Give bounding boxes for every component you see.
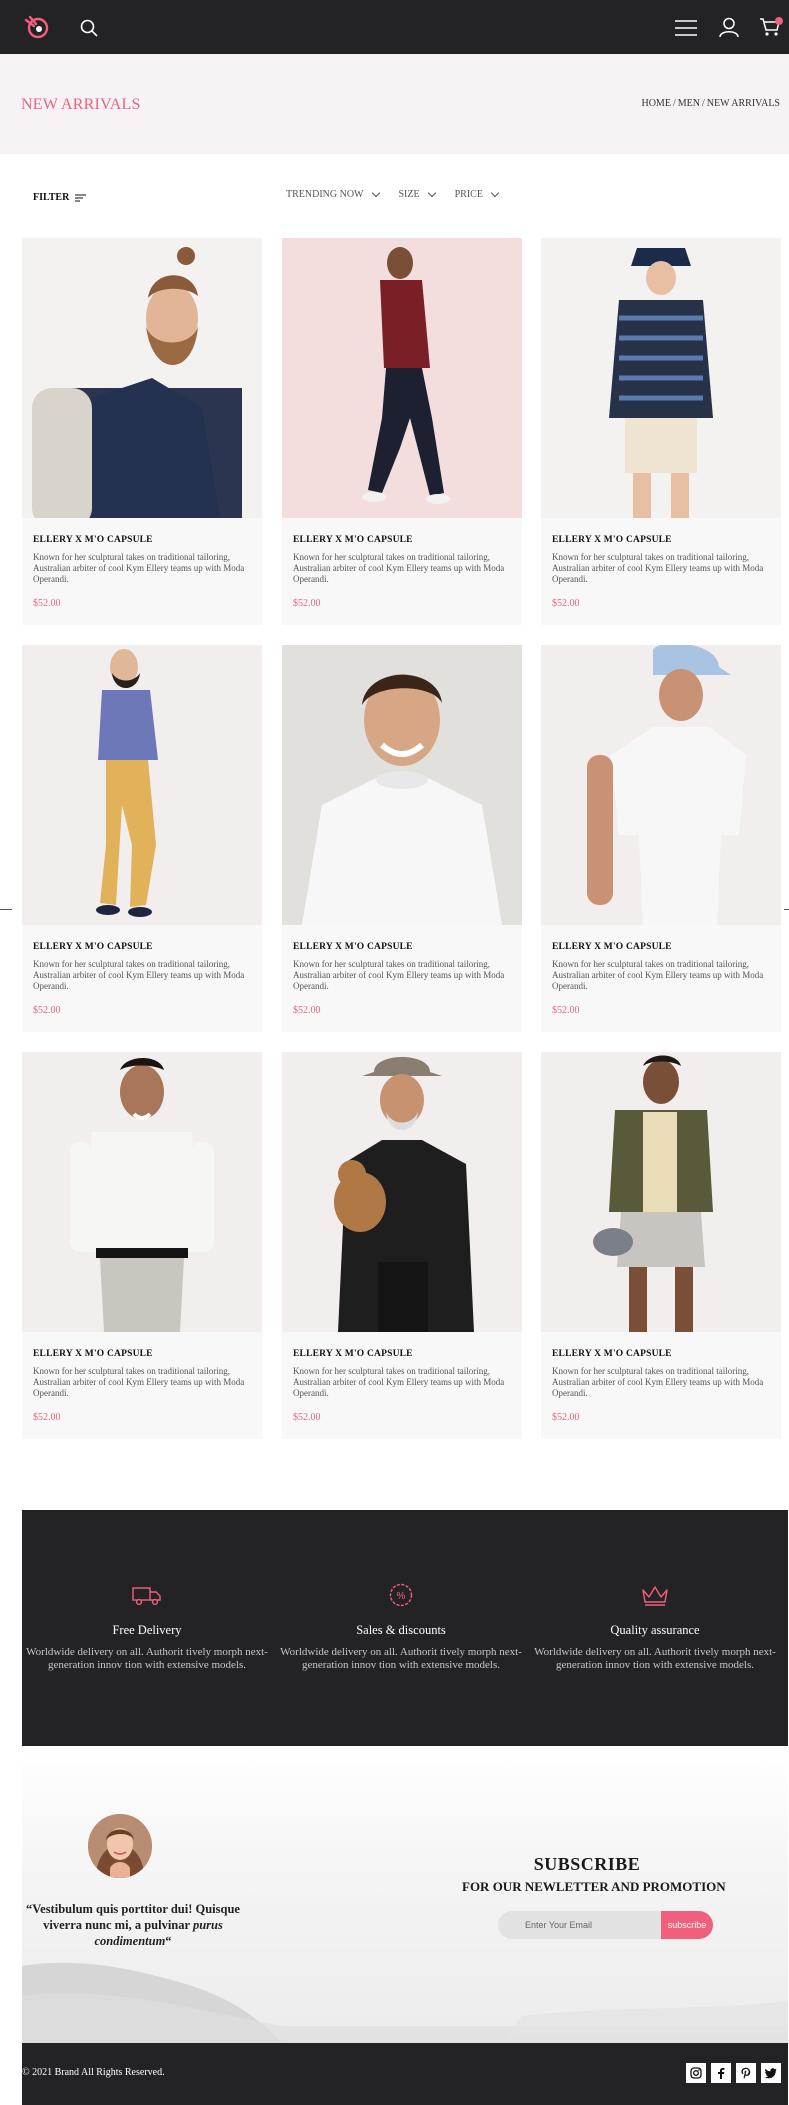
product-description: Known for her sculptural takes on tradit… [33,552,245,584]
sort-trending-dropdown[interactable]: TRENDING NOW [286,188,380,200]
testimonial-subscribe-section: “Vestibulum quis porttitor dui! Quisque … [22,1746,788,2043]
features-band: Free Delivery Worldwide delivery on all.… [22,1510,788,1746]
product-card[interactable]: ELLERY X M'O CAPSULE Known for her sculpt… [282,1052,522,1439]
chevron-down-icon [427,188,436,198]
breadcrumb-current: NEW ARRIVALS [706,98,780,109]
top-navbar [0,0,789,54]
pinterest-icon[interactable] [736,2063,756,2083]
hand-logo-icon[interactable] [22,14,52,40]
product-price: $52.00 [552,1005,580,1016]
breadcrumb-men[interactable]: MEN [678,98,700,109]
subscribe-form: subscribe [498,1911,714,1939]
feature-title: Sales & discounts [356,1623,446,1637]
product-card[interactable]: ELLERY X M'O CAPSULE Known for her sculpt… [22,645,262,1032]
product-description: Known for her sculptural takes on tradit… [33,1366,245,1398]
breadcrumb-home[interactable]: HOME [641,98,670,109]
cart-badge [775,17,783,25]
testimonial-quote: “Vestibulum quis porttitor dui! Quisque … [26,1902,240,1948]
product-name[interactable]: ELLERY X M'O CAPSULE [552,942,672,952]
product-name[interactable]: ELLERY X M'O CAPSULE [552,1349,672,1359]
product-card[interactable]: ELLERY X M'O CAPSULE Known for her sculpt… [22,1052,262,1439]
page-title: NEW ARRIVALS [21,96,141,113]
product-name[interactable]: ELLERY X M'O CAPSULE [552,535,672,545]
discount-badge-icon: % [389,1583,413,1607]
email-field[interactable] [498,1911,662,1939]
filter-label: FILTER [33,192,70,203]
delivery-truck-icon [132,1587,161,1606]
page-title-band: NEW ARRIVALS HOME / MEN / NEW ARRIVALS [0,54,789,154]
breadcrumb: HOME / MEN / NEW ARRIVALS [641,98,780,109]
sort-price-dropdown[interactable]: PRICE [455,188,500,200]
svg-text:%: % [397,1591,406,1602]
sort-bar: TRENDING NOW SIZE PRICE [286,188,500,200]
product-name[interactable]: ELLERY X M'O CAPSULE [293,535,413,545]
feature-title: Quality assurance [610,1623,700,1637]
facebook-icon[interactable] [711,2063,731,2083]
social-links [686,2063,781,2083]
product-name[interactable]: ELLERY X M'O CAPSULE [33,942,153,952]
product-price: $52.00 [33,1412,61,1423]
product-description: Known for her sculptural takes on tradit… [293,959,505,991]
product-card[interactable]: ELLERY X M'O CAPSULE Known for her sculpt… [282,238,522,625]
product-name[interactable]: ELLERY X M'O CAPSULE [293,942,413,952]
product-price: $52.00 [293,1412,321,1423]
subscribe-button[interactable]: subscribe [661,1911,713,1939]
footer: © 2021 Brand All Rights Reserved. [22,2043,788,2105]
product-card[interactable]: ELLERY X M'O CAPSULE Known for her sculpt… [541,645,781,1032]
testimonial-avatar [88,1814,152,1878]
product-description: Known for her sculptural takes on tradit… [293,552,505,584]
product-name[interactable]: ELLERY X M'O CAPSULE [33,1349,153,1359]
product-image[interactable] [22,1052,262,1332]
feature-desc: Worldwide delivery on all. Authorit tive… [26,1646,268,1671]
carousel-next-arrow[interactable] [784,909,789,910]
filter-lines-icon [75,194,87,201]
product-price: $52.00 [293,1005,321,1016]
product-card[interactable]: ELLERY X M'O CAPSULE Known for her sculpt… [541,238,781,625]
product-name[interactable]: ELLERY X M'O CAPSULE [293,1349,413,1359]
carousel-prev-arrow[interactable] [0,909,12,910]
user-icon[interactable] [719,17,739,37]
product-description: Known for her sculptural takes on tradit… [552,959,764,991]
product-name[interactable]: ELLERY X M'O CAPSULE [33,535,153,545]
product-price: $52.00 [552,598,580,609]
instagram-icon[interactable] [686,2063,706,2083]
subscribe-subtitle: FOR OUR NEWLETTER AND PROMOTION [462,1879,726,1894]
product-card[interactable]: ELLERY X M'O CAPSULE Known for her sculpt… [541,1052,781,1439]
sort-size-dropdown[interactable]: SIZE [399,188,436,200]
product-price: $52.00 [552,1412,580,1423]
feature-desc: Worldwide delivery on all. Authorit tive… [534,1646,776,1671]
twitter-icon[interactable] [761,2063,781,2083]
product-card[interactable]: ELLERY X M'O CAPSULE Known for her sculpt… [282,645,522,1032]
product-card[interactable]: ELLERY X M'O CAPSULE Known for her sculpt… [22,238,262,625]
product-description: Known for her sculptural takes on tradit… [552,552,764,584]
feature-title: Free Delivery [112,1623,182,1637]
product-image[interactable] [541,238,781,518]
product-price: $52.00 [33,1005,61,1016]
subscribe-title: SUBSCRIBE [533,1854,641,1874]
hamburger-menu-icon[interactable] [675,20,697,36]
search-icon[interactable] [80,19,98,37]
filter-button[interactable]: FILTER [33,192,87,203]
product-image[interactable] [282,238,522,518]
product-image[interactable] [282,1052,522,1332]
crown-icon [642,1586,668,1606]
chevron-down-icon [490,188,500,198]
product-image[interactable] [22,645,262,925]
copyright-text: © 2021 Brand All Rights Reserved. [22,2067,165,2078]
product-image[interactable] [282,645,522,925]
chevron-down-icon [371,188,380,198]
product-image[interactable] [541,1052,781,1332]
product-description: Known for her sculptural takes on tradit… [293,1366,505,1398]
product-price: $52.00 [293,598,321,609]
product-price: $52.00 [33,598,61,609]
product-description: Known for her sculptural takes on tradit… [33,959,245,991]
product-image[interactable] [22,238,262,518]
feature-desc: Worldwide delivery on all. Authorit tive… [280,1646,522,1671]
product-description: Known for her sculptural takes on tradit… [552,1366,764,1398]
product-image[interactable] [541,645,781,925]
